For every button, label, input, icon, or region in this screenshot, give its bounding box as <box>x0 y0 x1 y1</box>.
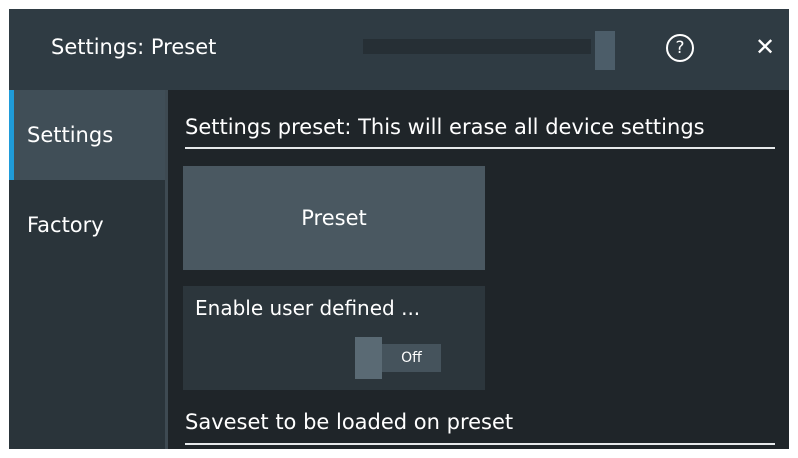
sidebar-item-label: Settings <box>27 123 114 147</box>
title-bar-slider-thumb[interactable] <box>595 31 615 70</box>
saveset-section-label: Saveset to be loaded on preset <box>185 410 514 434</box>
section-divider <box>185 147 775 149</box>
user-defined-label: Enable user defined ... <box>195 296 421 320</box>
preset-dialog: Settings: Preset ? ✕ Settings Factory Se… <box>9 9 789 449</box>
user-defined-preset-panel: Enable user defined ... Off <box>183 286 485 390</box>
active-tab-indicator <box>9 90 14 180</box>
sidebar-item-label: Factory <box>27 213 104 237</box>
sidebar-item-factory[interactable]: Factory <box>9 180 165 270</box>
preset-button[interactable]: Preset <box>183 166 485 270</box>
sidebar-divider <box>165 90 168 449</box>
user-defined-toggle[interactable]: Off <box>355 337 441 379</box>
toggle-thumb[interactable] <box>355 337 382 379</box>
close-icon[interactable]: ✕ <box>752 32 778 62</box>
sidebar-item-settings[interactable]: Settings <box>9 90 165 180</box>
help-icon[interactable]: ? <box>666 34 694 62</box>
preset-section-label: Settings preset: This will erase all dev… <box>185 115 705 139</box>
section-divider <box>185 443 775 445</box>
title-bar-slider-track[interactable] <box>363 39 591 54</box>
title-bar: Settings: Preset ? ✕ <box>9 9 789 90</box>
dialog-title: Settings: Preset <box>51 35 217 59</box>
toggle-state: Off <box>382 344 441 372</box>
sidebar: Settings Factory <box>9 90 165 449</box>
